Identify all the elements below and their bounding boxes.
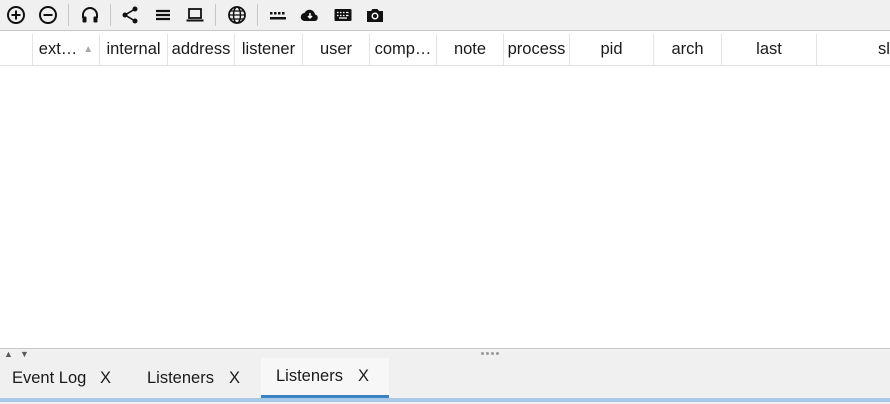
- tab-close-button[interactable]: X: [358, 367, 369, 386]
- column-header-user[interactable]: user: [303, 34, 370, 65]
- tab-close-button[interactable]: X: [229, 369, 240, 388]
- column-header-blank[interactable]: [0, 34, 33, 65]
- column-header-pid[interactable]: pid: [570, 34, 654, 65]
- column-header-external[interactable]: ext… ▲: [33, 34, 100, 65]
- column-header-label: note: [453, 40, 487, 58]
- column-header-computer[interactable]: comp…: [370, 34, 437, 65]
- toolbar-separator: [257, 4, 258, 26]
- column-header-process[interactable]: process: [504, 34, 570, 65]
- camera-icon[interactable]: [363, 4, 387, 26]
- column-header-label: last: [756, 40, 782, 58]
- column-header-label: pid: [600, 40, 623, 58]
- column-header-label: comp…: [374, 40, 432, 58]
- column-header-label: arch: [671, 40, 704, 58]
- laptop-icon[interactable]: [183, 4, 207, 26]
- tab-panel-border: [0, 398, 890, 402]
- column-header-label: user: [319, 40, 353, 58]
- toolbar-separator: [215, 4, 216, 26]
- sessions-table-body[interactable]: [0, 66, 890, 348]
- tab-event-log[interactable]: Event Log X: [0, 358, 130, 398]
- splitter-grip-icon[interactable]: [481, 352, 499, 355]
- table-header: ext… ▲ internal address listener user co…: [0, 34, 890, 66]
- plus-circle-icon[interactable]: [4, 4, 28, 26]
- column-header-label: ext…: [38, 40, 78, 58]
- column-header-label: address: [171, 40, 231, 58]
- column-header-last[interactable]: last: [722, 34, 817, 65]
- toolbar: [0, 0, 890, 31]
- cloud-icon[interactable]: [298, 4, 322, 26]
- column-header-listener[interactable]: listener: [235, 34, 303, 65]
- share-icon[interactable]: [118, 4, 142, 26]
- globe-icon[interactable]: [225, 4, 249, 26]
- tab-listeners[interactable]: Listeners X: [135, 358, 259, 398]
- panel-splitter[interactable]: ▲ ▼: [0, 348, 890, 359]
- column-header-label: process: [507, 40, 566, 58]
- column-header-label: sl: [878, 40, 890, 58]
- column-header-address[interactable]: address: [168, 34, 235, 65]
- keyboard-icon[interactable]: [331, 4, 355, 26]
- column-header-label: listener: [241, 40, 296, 58]
- toolbar-separator: [68, 4, 69, 26]
- headphones-icon[interactable]: [78, 4, 102, 26]
- toolbar-separator: [110, 4, 111, 26]
- tab-label: Event Log: [12, 368, 87, 387]
- minus-circle-icon[interactable]: [36, 4, 60, 26]
- column-header-internal[interactable]: internal: [100, 34, 168, 65]
- hamburger-list-icon[interactable]: [151, 4, 175, 26]
- dots-bar-icon[interactable]: [266, 4, 290, 26]
- tab-close-button[interactable]: X: [100, 369, 111, 388]
- tab-label: Listeners: [147, 368, 214, 387]
- tab-listeners-active[interactable]: Listeners X: [261, 358, 389, 398]
- column-header-label: internal: [106, 40, 161, 58]
- column-header-note[interactable]: note: [437, 34, 504, 65]
- column-header-sleep[interactable]: sl: [817, 34, 890, 65]
- column-header-arch[interactable]: arch: [654, 34, 722, 65]
- tab-label: Listeners: [276, 367, 343, 385]
- sort-ascending-icon: ▲: [83, 44, 94, 55]
